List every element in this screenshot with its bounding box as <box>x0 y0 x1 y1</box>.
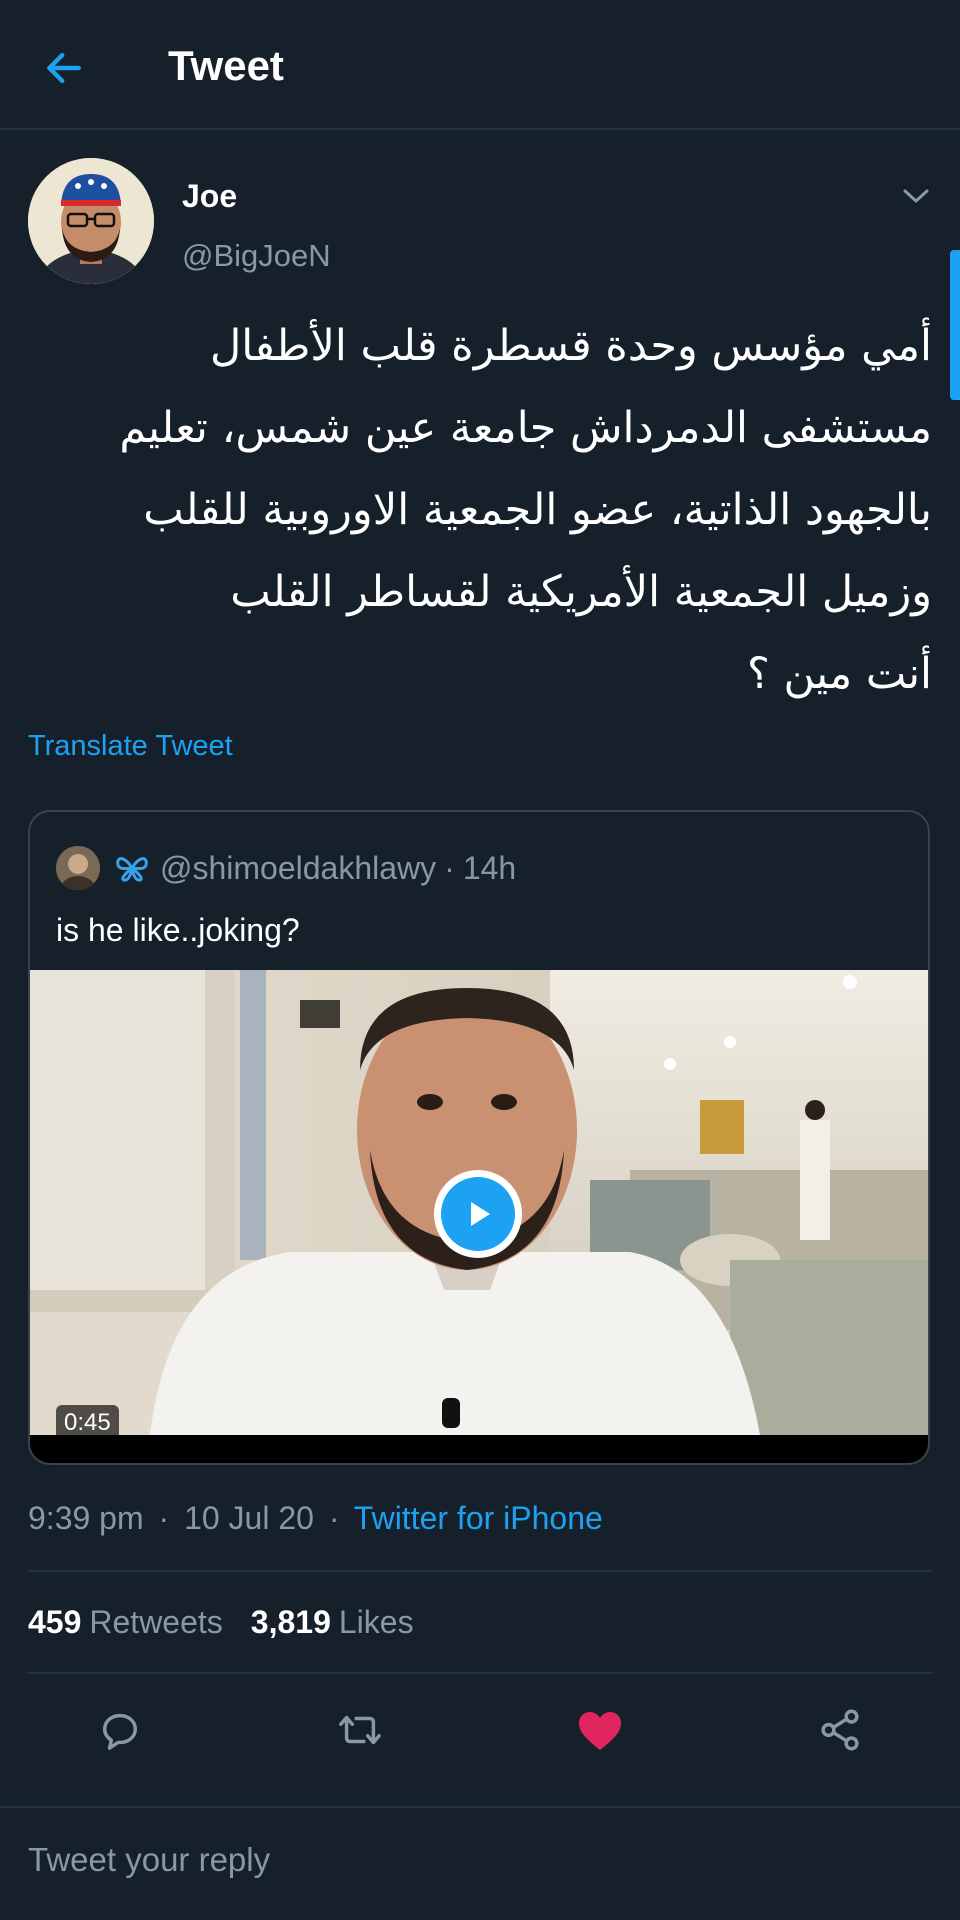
author-avatar[interactable] <box>28 158 154 284</box>
tweet-meta: 9:39 pm · 10 Jul 20 · Twitter for iPhone <box>28 1500 603 1537</box>
heart-icon <box>579 1712 621 1750</box>
page-title: Tweet <box>168 42 284 89</box>
tweet-text-line: وزميل الجمعية الأمريكية لقساطر القلب <box>230 567 932 617</box>
separator-dot: · <box>328 1500 340 1536</box>
tweet-time: 9:39 pm <box>28 1500 144 1536</box>
divider <box>28 1570 932 1572</box>
likes-stat[interactable]: 3,819 Likes <box>251 1604 414 1641</box>
play-button[interactable] <box>434 1170 522 1258</box>
quoted-tweet-time: 14h <box>462 849 517 886</box>
quoted-author-avatar[interactable] <box>56 846 100 890</box>
tweet-text: أمي مؤسس وحدة قسطرة قلب الأطفال مستشفى ا… <box>28 305 932 715</box>
reply-input[interactable] <box>28 1832 932 1888</box>
author-handle: @BigJoeN <box>182 238 331 273</box>
like-button[interactable] <box>570 1700 630 1760</box>
tweet-text-line: بالجهود الذاتية، عضو الجمعية الاوروبية ل… <box>143 485 932 535</box>
share-icon <box>821 1709 859 1751</box>
reply-bar <box>0 1806 960 1920</box>
tweet-source-link[interactable]: Twitter for iPhone <box>354 1500 603 1536</box>
avatar-image <box>28 158 154 284</box>
top-bar: Tweet <box>0 0 960 130</box>
butterfly-icon <box>114 853 150 883</box>
retweet-button[interactable] <box>330 1700 390 1760</box>
video-player[interactable]: 0:45 <box>30 970 928 1435</box>
avatar-image <box>56 846 100 890</box>
tweet-text-line: مستشفى الدمرداش جامعة عين شمس، تعليم <box>119 403 932 453</box>
tweet-stats: 459 Retweets 3,819 Likes <box>28 1604 442 1641</box>
tweet-date: 10 Jul 20 <box>184 1500 314 1536</box>
quoted-tweet-header: @shimoeldakhlawy · 14h <box>56 846 516 890</box>
translate-tweet-link[interactable]: Translate Tweet <box>28 730 233 763</box>
tweet-text-line: أنت مين ؟ <box>746 649 932 699</box>
chevron-down-icon <box>903 189 929 203</box>
quoted-tweet-text: is he like..joking? <box>56 912 300 948</box>
retweets-stat[interactable]: 459 Retweets <box>28 1604 223 1641</box>
share-button[interactable] <box>810 1700 870 1760</box>
back-button[interactable] <box>36 40 92 96</box>
reply-button[interactable] <box>90 1700 150 1760</box>
quoted-author-handle[interactable]: @shimoeldakhlawy <box>160 850 436 887</box>
play-icon <box>441 1177 515 1251</box>
retweets-label: Retweets <box>89 1604 223 1640</box>
author-display-name[interactable]: Joe <box>182 178 237 215</box>
tweet-menu-button[interactable] <box>894 178 938 214</box>
video-progress-bar[interactable] <box>30 1435 928 1463</box>
video-duration: 0:45 <box>56 1405 119 1435</box>
likes-label: Likes <box>338 1604 414 1640</box>
separator-dot: · <box>444 849 455 886</box>
retweet-icon <box>339 1715 381 1745</box>
scrollbar[interactable] <box>950 250 960 400</box>
tweet-text-line: أمي مؤسس وحدة قسطرة قلب الأطفال <box>210 321 932 371</box>
quoted-tweet-card[interactable]: @shimoeldakhlawy · 14h is he like..jokin… <box>28 810 930 1465</box>
divider <box>28 1672 932 1674</box>
likes-count: 3,819 <box>250 1604 331 1640</box>
tweet-actions <box>0 1700 960 1760</box>
arrow-left-icon <box>47 52 81 84</box>
retweets-count: 459 <box>28 1604 82 1640</box>
reply-icon <box>102 1713 138 1750</box>
separator-dot: · <box>158 1500 170 1536</box>
